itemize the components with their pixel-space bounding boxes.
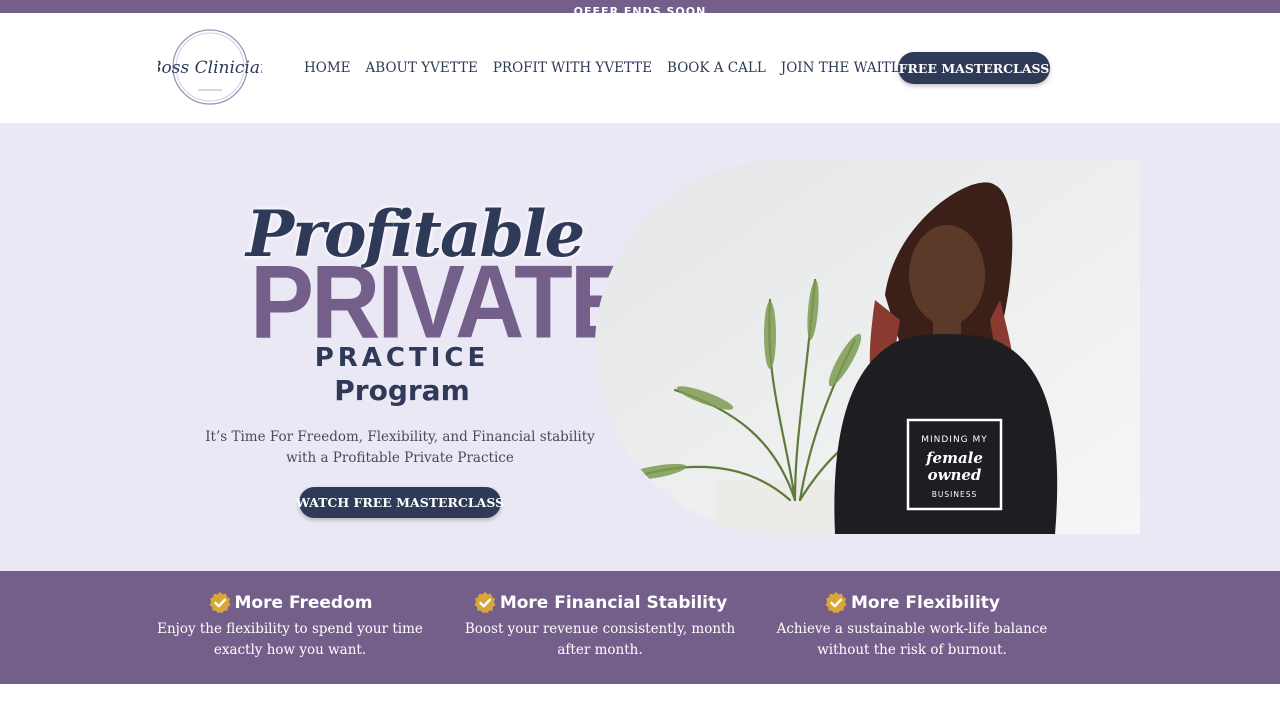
hero-section: Profitable PRIVATE PRACTICE Program It’s… (0, 123, 1280, 571)
feature-freedom: More Freedom Enjoy the flexibility to sp… (140, 571, 440, 661)
features-strip: More Freedom Enjoy the flexibility to sp… (0, 571, 1280, 684)
nav-about-yvette[interactable]: ABOUT YVETTE (366, 60, 478, 76)
feature-financial-stability: More Financial Stability Boost your reve… (460, 571, 740, 661)
announcement-bar: OFFER ENDS SOON (0, 0, 1280, 13)
check-badge-icon (209, 592, 231, 614)
hero-photo: MINDING MY female owned BUSINESS (595, 160, 1140, 534)
hero-title-private: PRIVATE (250, 244, 634, 361)
announcement-text: OFFER ENDS SOON (573, 5, 707, 13)
shirt-text-2: female (925, 449, 983, 467)
watch-free-masterclass-button[interactable]: WATCH FREE MASTERCLASS (296, 487, 504, 518)
hero-title-program: Program (334, 374, 470, 407)
nav-home[interactable]: HOME (304, 60, 351, 76)
shirt-text-4: BUSINESS (932, 490, 977, 499)
check-badge-icon (474, 592, 496, 614)
feature-text: Boost your revenue consistently, month a… (464, 621, 736, 658)
feature-text: Enjoy the flexibility to spend your time… (157, 621, 423, 658)
feature-title: More Flexibility (850, 593, 1001, 613)
logo-text: Boss Clinician (158, 58, 262, 78)
feature-title: More Freedom (234, 593, 373, 613)
hero-subtitle: It’s Time For Freedom, Flexibility, and … (205, 429, 595, 466)
feature-flexibility: More Flexibility Achieve a sustainable w… (772, 571, 1052, 661)
check-badge-icon (825, 592, 847, 614)
site-header: Boss Clinician HOME ABOUT YVETTE PROFIT … (0, 13, 1280, 123)
feature-text: Achieve a sustainable work-life balance … (776, 621, 1048, 658)
logo[interactable]: Boss Clinician (148, 27, 271, 107)
main-nav: HOME ABOUT YVETTE PROFIT WITH YVETTE BOO… (304, 60, 923, 76)
shirt-text-1: MINDING MY (921, 435, 988, 445)
nav-book-a-call[interactable]: BOOK A CALL (667, 60, 766, 76)
shirt-text-3: owned (928, 466, 982, 484)
feature-title: More Financial Stability (499, 593, 728, 613)
hero-title-practice: PRACTICE (314, 343, 490, 373)
free-masterclass-button[interactable]: FREE MASTERCLASS (898, 52, 1050, 84)
nav-profit-with-yvette[interactable]: PROFIT WITH YVETTE (493, 60, 652, 76)
